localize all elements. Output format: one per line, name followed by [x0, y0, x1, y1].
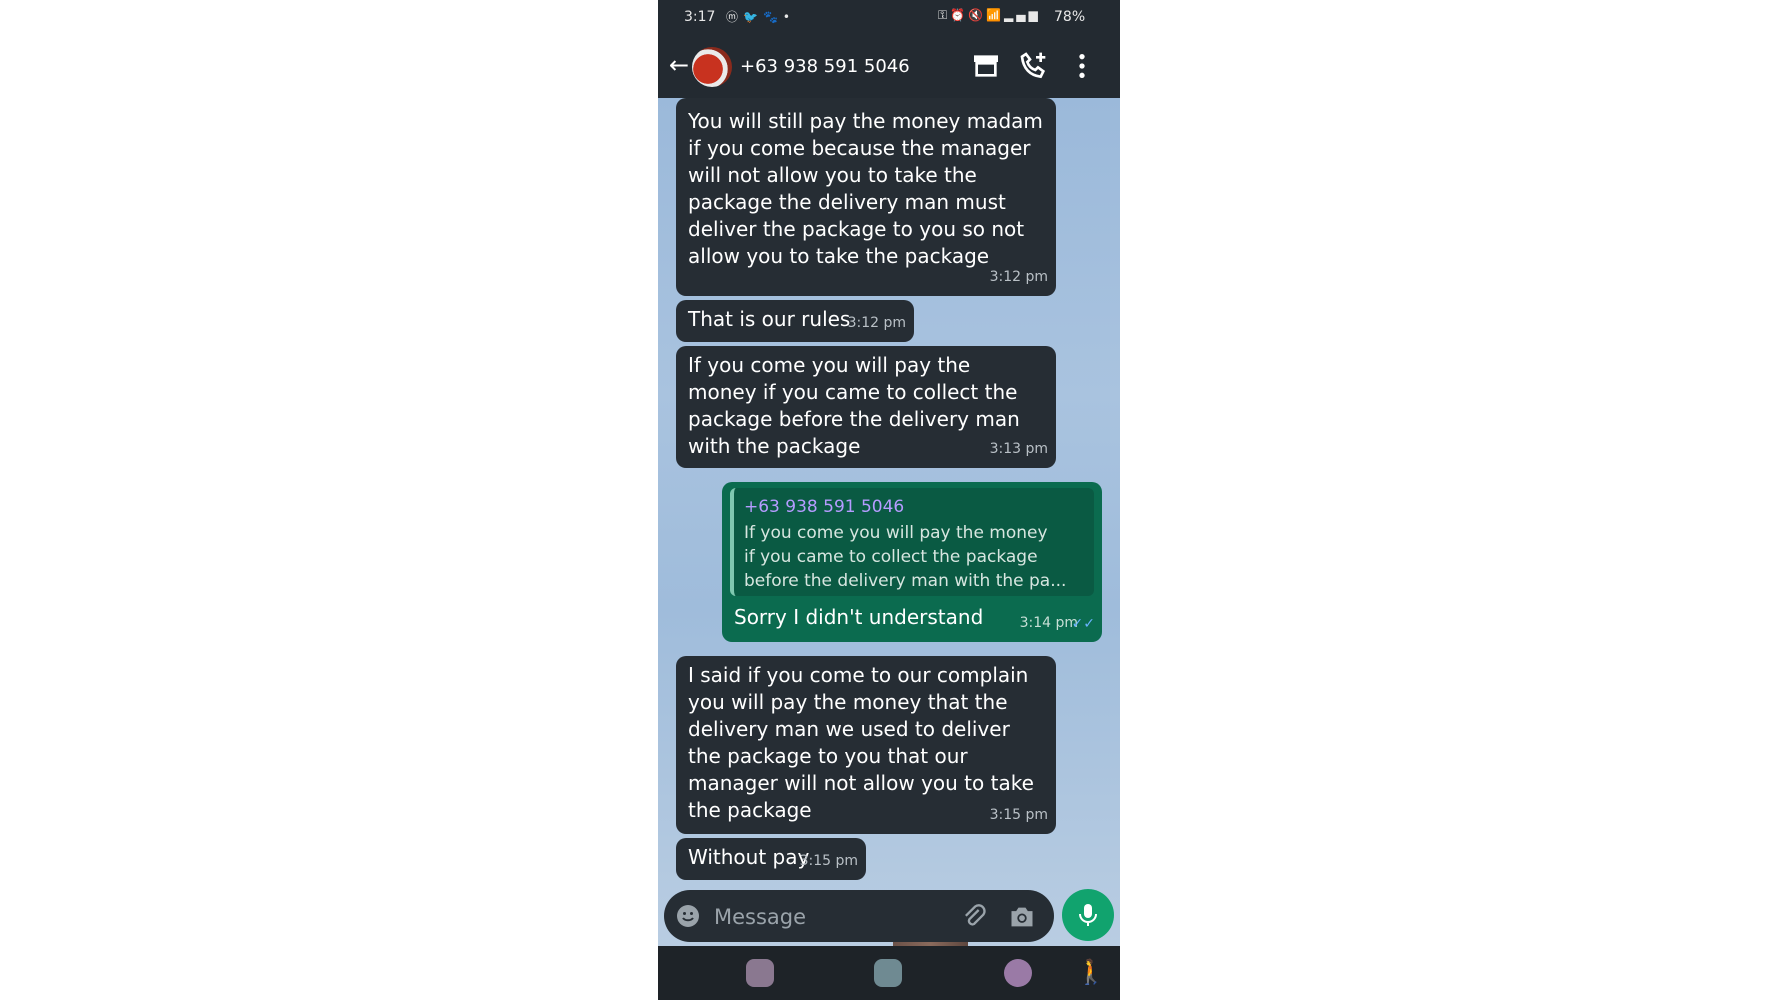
status-bar: 3:17 ⓜ🐦🐾• ⚿⏰🔇📶▂▄▆ 78% [658, 0, 1120, 36]
twitter-icon: 🐦 [743, 10, 763, 24]
quoted-sender: +63 938 591 5046 [744, 497, 905, 517]
status-time: 3:17 [684, 9, 716, 25]
home-button[interactable] [874, 959, 902, 987]
dot-icon: • [782, 10, 795, 24]
message-bubble-incoming[interactable]: You will still pay the money madam if yo… [676, 98, 1056, 296]
message-text: Sorry I didn't understand [734, 605, 984, 629]
phone-screen: 3:17 ⓜ🐦🐾• ⚿⏰🔇📶▂▄▆ 78% ← +63 938 591 5046… [658, 0, 1120, 1000]
reply-quote[interactable]: +63 938 591 5046 If you come you will pa… [730, 488, 1094, 596]
camera-icon[interactable] [1008, 903, 1036, 931]
key-icon: ⚿ [938, 8, 951, 22]
mic-icon [1079, 904, 1097, 926]
message-time: 3:15 pm [799, 853, 858, 869]
emoji-icon[interactable] [676, 904, 700, 928]
back-arrow-icon[interactable]: ← [664, 50, 694, 80]
message-text: You will still pay the money madam if yo… [688, 109, 1043, 268]
attach-icon[interactable] [960, 903, 988, 931]
paw-icon: 🐾 [762, 10, 783, 24]
add-call-icon[interactable] [1018, 50, 1050, 82]
message-bubble-incoming[interactable]: Without pay 3:15 pm [676, 838, 866, 880]
quoted-text-line: before the delivery man with the pa... [744, 571, 1067, 591]
message-time: 3:12 pm [847, 315, 906, 331]
store-icon[interactable] [970, 50, 1002, 82]
battery-level: 78% [1054, 9, 1086, 25]
recents-button[interactable] [746, 959, 774, 987]
message-bubble-incoming[interactable]: If you come you will pay the money if yo… [676, 346, 1056, 468]
status-system-icons: ⚿⏰🔇📶▂▄▆ [938, 8, 1041, 23]
message-time: 3:15 pm [989, 807, 1048, 823]
message-bubble-incoming[interactable]: I said if you come to our complain you w… [676, 656, 1056, 834]
system-nav-bar: 🚶 [658, 946, 1120, 1000]
message-bubble-incoming[interactable]: That is our rules 3:12 pm [676, 300, 914, 342]
back-button[interactable] [1004, 959, 1032, 987]
quoted-text-line: If you come you will pay the money [744, 523, 1048, 543]
quoted-text-line: if you came to collect the package [744, 547, 1038, 567]
contact-name[interactable]: +63 938 591 5046 [740, 56, 910, 77]
alarm-icon: ⏰ [950, 8, 969, 22]
more-icon[interactable] [1066, 50, 1098, 82]
mute-icon: 🔇 [968, 8, 987, 22]
accessibility-icon[interactable]: 🚶 [1076, 958, 1106, 986]
signal-icon: ▂▄▆ [1004, 8, 1041, 22]
message-input[interactable] [712, 900, 956, 934]
read-receipt-icon: ✓✓ [1071, 616, 1095, 632]
message-bubble-outgoing[interactable]: +63 938 591 5046 If you come you will pa… [722, 482, 1102, 642]
status-notification-icons: ⓜ🐦🐾• [726, 8, 795, 25]
mic-button[interactable] [1062, 889, 1114, 941]
message-time: 3:14 pm [1019, 615, 1078, 631]
chat-header: ← +63 938 591 5046 [658, 36, 1120, 98]
message-time: 3:13 pm [989, 441, 1048, 457]
message-time: 3:12 pm [989, 269, 1048, 285]
messenger-icon: ⓜ [726, 10, 744, 24]
message-composer [664, 890, 1054, 942]
contact-avatar[interactable] [692, 47, 732, 87]
message-text: I said if you come to our complain you w… [688, 663, 1034, 822]
wifi-icon: 📶 [986, 8, 1004, 22]
